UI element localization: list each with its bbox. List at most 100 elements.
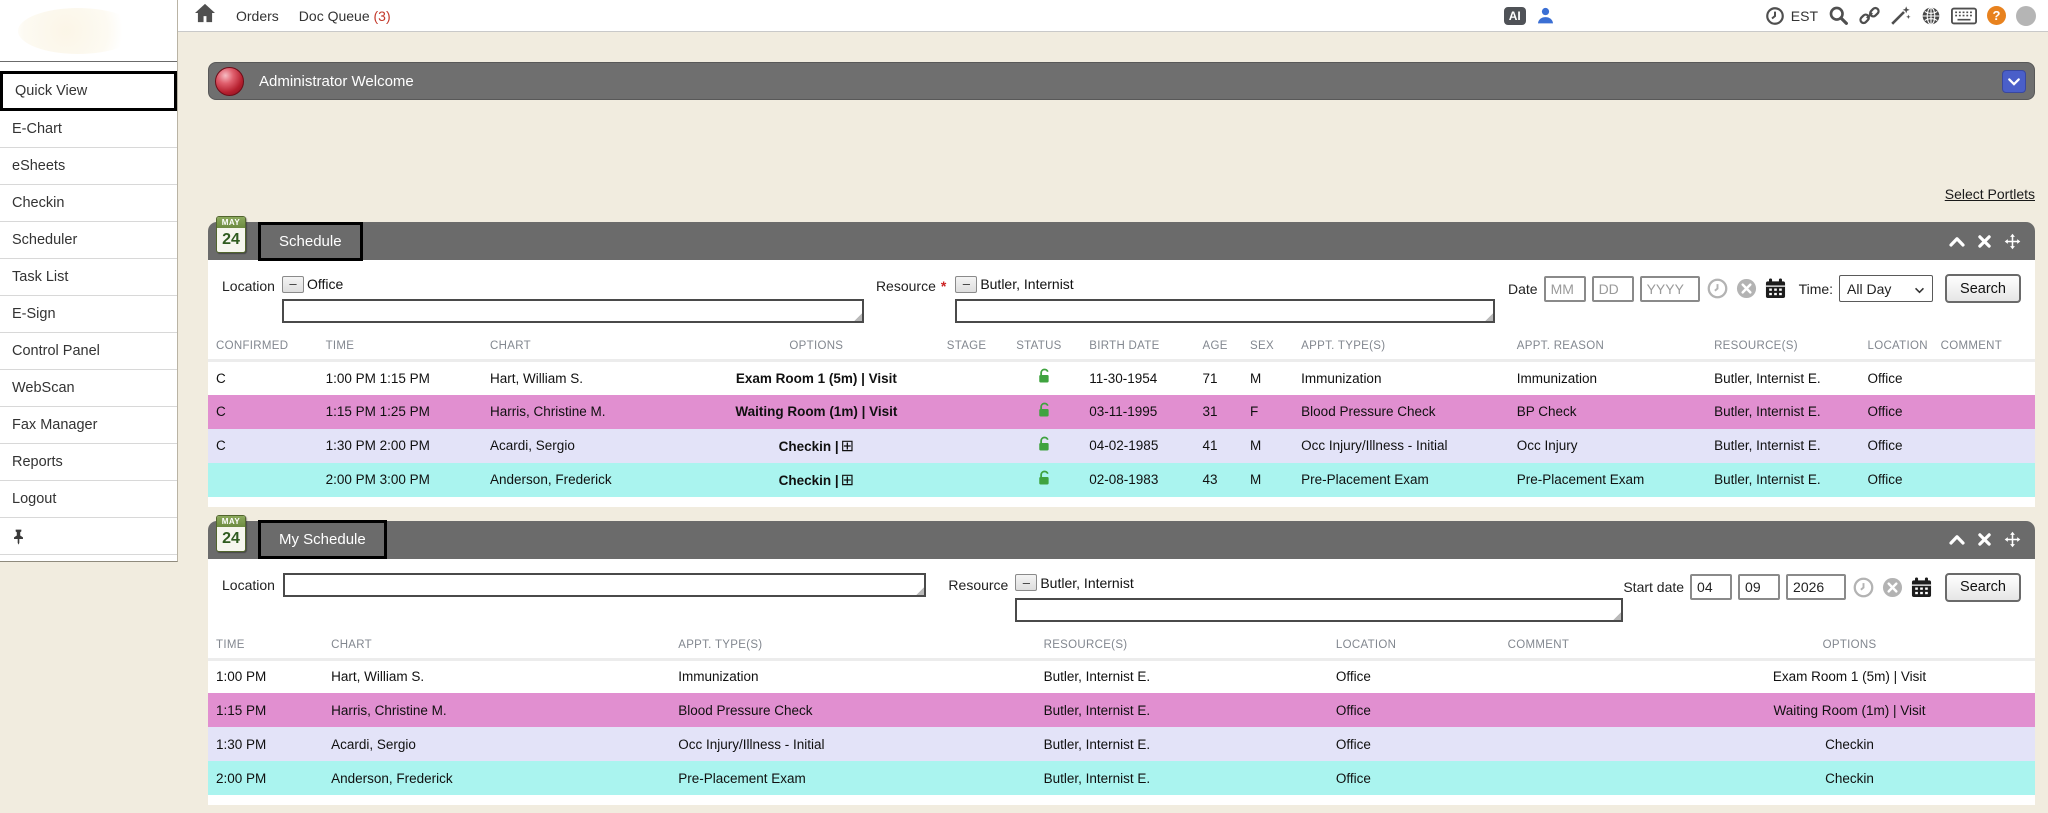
help-icon[interactable]: ? — [1987, 6, 2006, 25]
resource-collapse-button[interactable]: – — [1015, 574, 1037, 591]
my-schedule-row[interactable]: 2:00 PM Anderson, Frederick Pre-Placemen… — [208, 761, 2035, 795]
sidebar-item-task-list[interactable]: Task List — [0, 259, 177, 296]
appointment-options-link[interactable]: Waiting Room (1m) | Visit — [1774, 703, 1926, 718]
welcome-title: Administrator Welcome — [259, 73, 414, 90]
time-label: Time: — [1799, 281, 1833, 297]
close-portlet-button[interactable] — [1978, 533, 1991, 546]
location-search-input[interactable] — [282, 299, 864, 323]
schedule-row[interactable]: C 1:30 PM 2:00 PM Acardi, Sergio Checkin… — [208, 429, 2035, 463]
move-portlet-handle[interactable] — [2004, 233, 2021, 250]
select-arrow-icon — [1914, 281, 1925, 297]
start-date-day-input[interactable] — [1738, 574, 1780, 600]
my-schedule-row[interactable]: 1:00 PM Hart, William S. Immunization Bu… — [208, 659, 2035, 693]
resource-label: Resource — [876, 274, 936, 294]
add-appointment-icon[interactable]: ⊞ — [841, 438, 854, 455]
globe-icon[interactable] — [1921, 6, 1941, 26]
my-schedule-row[interactable]: 1:30 PM Acardi, Sergio Occ Injury/Illnes… — [208, 727, 2035, 761]
sidebar-item-control-panel[interactable]: Control Panel — [0, 333, 177, 370]
schedule-row[interactable]: C 1:00 PM 1:15 PM Hart, William S. Exam … — [208, 361, 2035, 395]
required-marker: * — [936, 274, 948, 294]
resource-selected-value: Butler, Internist — [980, 276, 1073, 292]
welcome-collapse-button[interactable] — [2002, 70, 2026, 93]
date-day-input[interactable] — [1592, 276, 1634, 302]
appointment-options-link[interactable]: Waiting Room (1m) | Visit — [735, 404, 897, 419]
schedule-portlet-title: Schedule — [258, 222, 363, 261]
sidebar-item-checkin[interactable]: Checkin — [0, 185, 177, 222]
checkin-link[interactable]: Checkin | — [779, 473, 839, 488]
close-portlet-button[interactable] — [1978, 235, 1991, 248]
appointment-options-link[interactable]: Exam Room 1 (5m) | Visit — [1773, 669, 1926, 684]
unlocked-icon[interactable] — [1037, 470, 1052, 487]
schedule-table: CONFIRMEDTIME CHARTOPTIONS STAGESTATUS B… — [208, 335, 2035, 497]
my-schedule-row[interactable]: 1:15 PM Harris, Christine M. Blood Press… — [208, 693, 2035, 727]
clear-date-icon[interactable] — [1736, 278, 1757, 299]
select-portlets-link[interactable]: Select Portlets — [1945, 186, 2035, 202]
magic-wand-icon[interactable] — [1890, 5, 1911, 26]
my-schedule-portlet: MAY 24 My Schedule Location Resource – B… — [208, 521, 2035, 806]
clock-icon[interactable] — [1765, 6, 1785, 26]
resource-search-input[interactable] — [1015, 598, 1623, 622]
appointment-options-link[interactable]: Exam Room 1 (5m) | Visit — [736, 371, 897, 386]
time-picker-icon[interactable] — [1853, 577, 1874, 598]
sidebar-item-webscan[interactable]: WebScan — [0, 370, 177, 407]
my-schedule-search-button[interactable]: Search — [1945, 573, 2021, 602]
sidebar-item-e-sign[interactable]: E-Sign — [0, 296, 177, 333]
checkin-link[interactable]: Checkin — [1825, 737, 1874, 752]
resource-search-input[interactable] — [955, 299, 1495, 323]
calendar-picker-icon[interactable] — [1911, 577, 1932, 598]
date-year-input[interactable] — [1640, 276, 1700, 302]
schedule-row[interactable]: C 1:15 PM 1:25 PM Harris, Christine M. W… — [208, 395, 2035, 429]
schedule-portlet-header: MAY 24 Schedule — [208, 222, 2035, 260]
calendar-picker-icon[interactable] — [1765, 278, 1786, 299]
my-schedule-portlet-header: MAY 24 My Schedule — [208, 521, 2035, 559]
link-icon[interactable] — [1859, 5, 1880, 26]
timezone-label: EST — [1791, 8, 1818, 24]
doc-queue-count: (3) — [374, 8, 391, 24]
nav-orders[interactable]: Orders — [236, 8, 279, 24]
location-collapse-button[interactable]: – — [282, 276, 304, 293]
add-appointment-icon[interactable]: ⊞ — [841, 472, 854, 489]
pin-sidebar-button[interactable] — [0, 518, 177, 555]
unlocked-icon[interactable] — [1037, 368, 1052, 385]
location-search-input[interactable] — [283, 573, 926, 597]
calendar-date-icon: MAY 24 — [216, 515, 246, 552]
sidebar-item-scheduler[interactable]: Scheduler — [0, 222, 177, 259]
checkin-link[interactable]: Checkin — [1825, 771, 1874, 786]
home-icon — [194, 3, 216, 28]
chevron-down-icon — [2008, 74, 2020, 89]
sidebar-item-e-chart[interactable]: E-Chart — [0, 111, 177, 148]
unlocked-icon[interactable] — [1037, 402, 1052, 419]
top-navigation-bar: Orders Doc Queue (3) AI EST ? — [178, 0, 2048, 32]
move-portlet-handle[interactable] — [2004, 531, 2021, 548]
time-select[interactable]: All Day — [1839, 275, 1933, 302]
schedule-row[interactable]: 2:00 PM 3:00 PM Anderson, Frederick Chec… — [208, 463, 2035, 497]
resource-collapse-button[interactable]: – — [955, 276, 977, 293]
clear-date-icon[interactable] — [1882, 577, 1903, 598]
sidebar-item-fax-manager[interactable]: Fax Manager — [0, 407, 177, 444]
collapse-portlet-button[interactable] — [1949, 236, 1965, 247]
date-label: Date — [1508, 281, 1538, 297]
schedule-portlet: MAY 24 Schedule Location – Office — [208, 222, 2035, 507]
start-date-year-input[interactable] — [1786, 574, 1846, 600]
sidebar-item-reports[interactable]: Reports — [0, 444, 177, 481]
user-icon[interactable] — [1536, 6, 1555, 25]
main-content: Administrator Welcome Select Portlets MA… — [178, 32, 2048, 813]
search-icon[interactable] — [1828, 5, 1849, 26]
time-picker-icon[interactable] — [1707, 278, 1728, 299]
sidebar-item-quick-view[interactable]: Quick View — [0, 71, 177, 111]
resource-selected-value: Butler, Internist — [1040, 575, 1133, 591]
checkin-link[interactable]: Checkin | — [779, 439, 839, 454]
nav-doc-queue[interactable]: Doc Queue (3) — [299, 8, 391, 24]
unlocked-icon[interactable] — [1037, 436, 1052, 453]
ai-assistant-button[interactable]: AI — [1504, 7, 1526, 25]
date-month-input[interactable] — [1544, 276, 1586, 302]
home-button[interactable] — [194, 3, 216, 28]
collapse-portlet-button[interactable] — [1949, 534, 1965, 545]
resource-label: Resource — [948, 573, 1008, 593]
schedule-search-button[interactable]: Search — [1945, 274, 2021, 303]
pushpin-icon — [12, 528, 25, 545]
start-date-month-input[interactable] — [1690, 574, 1732, 600]
keyboard-icon[interactable] — [1951, 7, 1977, 25]
sidebar-item-esheets[interactable]: eSheets — [0, 148, 177, 185]
sidebar-item-logout[interactable]: Logout — [0, 481, 177, 518]
